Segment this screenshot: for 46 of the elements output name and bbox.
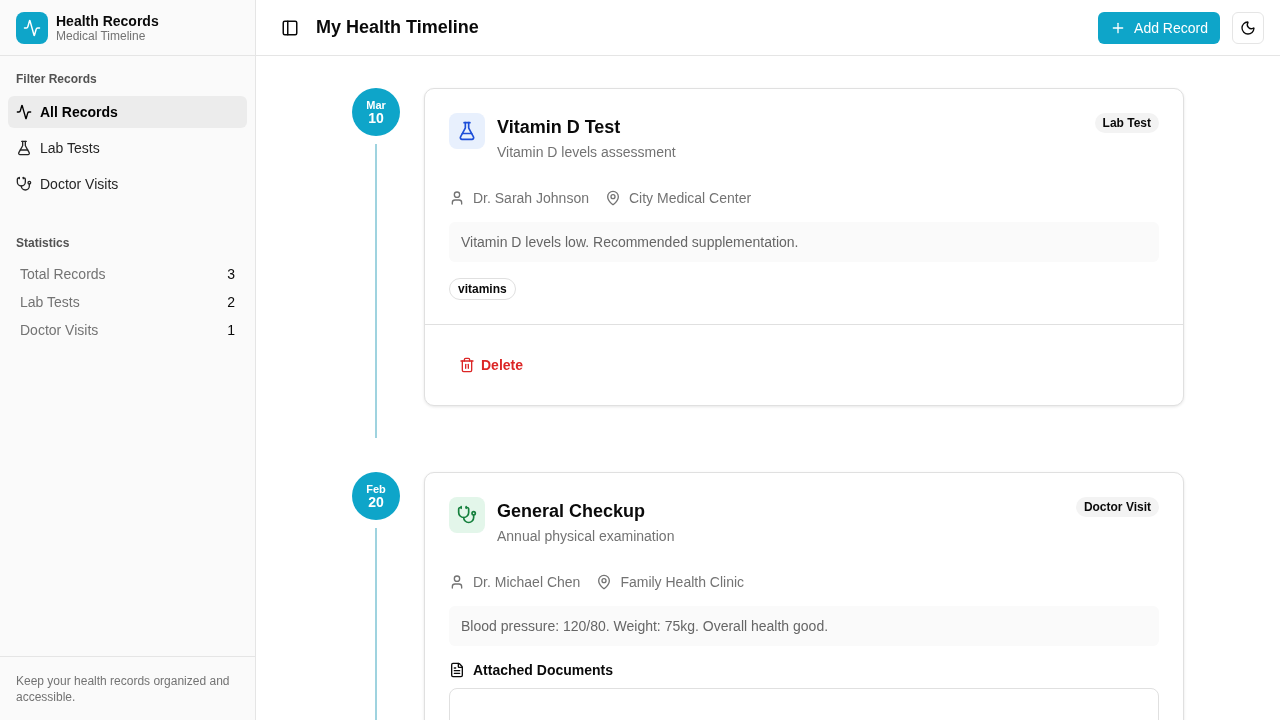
- stat-label: Total Records: [20, 266, 106, 282]
- document-icon: [449, 662, 465, 678]
- app-subtitle: Medical Timeline: [56, 28, 147, 43]
- date-badge: Mar 10: [352, 88, 400, 136]
- logo-icon: [16, 11, 48, 44]
- record-notes: Blood pressure: 120/80. Weight: 75kg. Overall health good.: [449, 606, 1159, 646]
- record-notes: Vitamin D levels low. Recommended supplementation.: [449, 222, 1159, 262]
- stethoscope-icon: [16, 176, 32, 192]
- stat-value: 2: [227, 294, 235, 310]
- activity-icon: [16, 104, 32, 120]
- record-title: General Checkup: [497, 500, 647, 522]
- nav-item[interactable]: All Records: [8, 96, 247, 128]
- stethoscope-icon: [449, 497, 485, 533]
- page-title: My Health Timeline: [316, 17, 480, 38]
- user-icon: [449, 574, 465, 590]
- record-type-badge: Doctor Visit: [1075, 497, 1159, 517]
- stat-value: 3: [227, 266, 235, 282]
- stat-value: 1: [227, 322, 235, 338]
- app-title: Health Records: [56, 12, 159, 29]
- doctor-name: Dr. Michael Chen: [473, 574, 581, 590]
- stat-label: Lab Tests: [20, 294, 80, 310]
- sidebar-panel-icon: [281, 18, 299, 37]
- record-type-badge: Lab Test: [1094, 113, 1159, 133]
- section-heading: Statistics: [15, 236, 71, 252]
- location-name: Family Health Clinic: [620, 574, 745, 590]
- theme-toggle-button[interactable]: [1232, 11, 1264, 44]
- user-icon: [449, 190, 465, 206]
- doctor-name: Dr. Sarah Johnson: [473, 190, 589, 206]
- flask-icon: [449, 113, 485, 149]
- record-title: Vitamin D Test: [497, 116, 622, 138]
- stat-label: Doctor Visits: [20, 322, 99, 338]
- record-description: Vitamin D levels assessment: [497, 144, 677, 160]
- nav-item[interactable]: Lab Tests: [8, 132, 247, 164]
- delete-button[interactable]: Delete: [449, 349, 534, 381]
- documents-heading: Attached Documents: [473, 662, 614, 678]
- trash-icon: [459, 357, 475, 373]
- location-pin-icon: [604, 190, 621, 206]
- flask-icon: [16, 140, 32, 156]
- record-description: Annual physical examination: [497, 528, 676, 544]
- sidebar-footer-text: Keep your health records organized and accessible.: [0, 656, 255, 720]
- moon-icon: [1240, 19, 1256, 36]
- location-pin-icon: [596, 574, 613, 590]
- date-badge: Feb 20: [352, 472, 400, 520]
- nav-item[interactable]: Doctor Visits: [8, 168, 247, 200]
- section-heading: Filter Records: [15, 72, 98, 88]
- location-name: City Medical Center: [628, 190, 752, 206]
